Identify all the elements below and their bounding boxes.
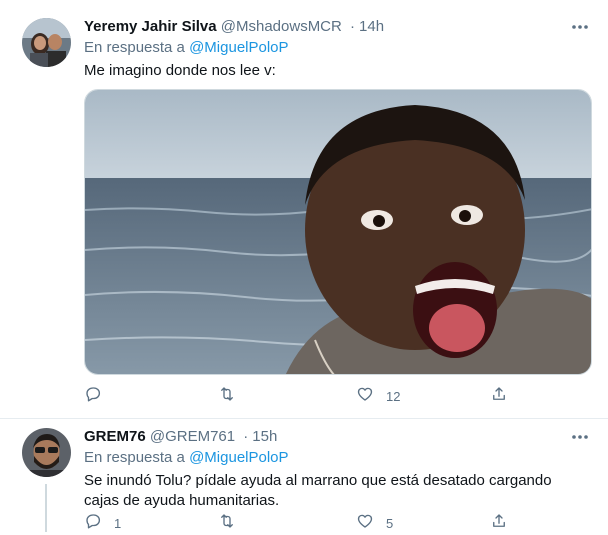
tweet-actions: 12 [84, 386, 514, 408]
tweet-image[interactable] [84, 89, 592, 375]
tweet[interactable]: GREM76 @GREM761 · 15h En respuesta a @Mig… [0, 419, 608, 532]
retweet-button[interactable] [218, 386, 248, 406]
author-name[interactable]: GREM76 [84, 428, 146, 445]
separator: · [350, 18, 356, 35]
share-icon [490, 385, 508, 408]
heart-icon [356, 385, 374, 408]
author-handle[interactable]: @GREM761 [150, 428, 235, 445]
retweet-button[interactable] [218, 513, 248, 533]
tweet-text: Me imagino donde nos lee v: [84, 62, 276, 79]
avatar[interactable] [22, 18, 71, 67]
share-button[interactable] [490, 513, 508, 533]
reply-mention-link[interactable]: @MiguelPoloP [189, 449, 288, 466]
reply-count: 1 [114, 515, 122, 531]
like-button[interactable]: 12 [356, 386, 400, 406]
avatar[interactable] [22, 428, 71, 477]
like-count: 5 [386, 515, 394, 531]
like-button[interactable]: 5 [356, 513, 393, 533]
like-count: 12 [386, 388, 401, 404]
reply-button[interactable]: 1 [84, 513, 121, 533]
reply-prefix: En respuesta a [84, 39, 185, 56]
reply-mention-link[interactable]: @MiguelPoloP [189, 39, 288, 56]
retweet-icon [218, 385, 236, 408]
tweet-header: Yeremy Jahir Silva @MshadowsMCR · 14h [84, 17, 384, 37]
tweet-text: Se inundó Tolu? pídale ayuda al marrano … [84, 472, 552, 509]
reply-prefix: En respuesta a [84, 449, 185, 466]
tweet[interactable]: Yeremy Jahir Silva @MshadowsMCR · 14h En … [0, 0, 608, 419]
heart-icon [356, 512, 374, 535]
reply-icon [84, 512, 102, 535]
reply-button[interactable] [84, 386, 114, 406]
retweet-icon [218, 512, 236, 535]
tweet-header: GREM76 @GREM761 · 15h [84, 427, 277, 447]
author-handle[interactable]: @MshadowsMCR [221, 18, 342, 35]
separator: · [243, 428, 249, 445]
thread-line [45, 484, 47, 532]
reply-context: En respuesta a @MiguelPoloP [84, 38, 289, 58]
more-options-icon[interactable] [568, 427, 592, 447]
author-name[interactable]: Yeremy Jahir Silva [84, 18, 217, 35]
share-button[interactable] [490, 386, 508, 406]
timestamp[interactable]: 14h [359, 18, 384, 35]
share-icon [490, 512, 508, 535]
reply-context: En respuesta a @MiguelPoloP [84, 448, 289, 468]
timestamp[interactable]: 15h [252, 428, 277, 445]
reply-icon [84, 385, 102, 408]
more-options-icon[interactable] [568, 17, 592, 37]
